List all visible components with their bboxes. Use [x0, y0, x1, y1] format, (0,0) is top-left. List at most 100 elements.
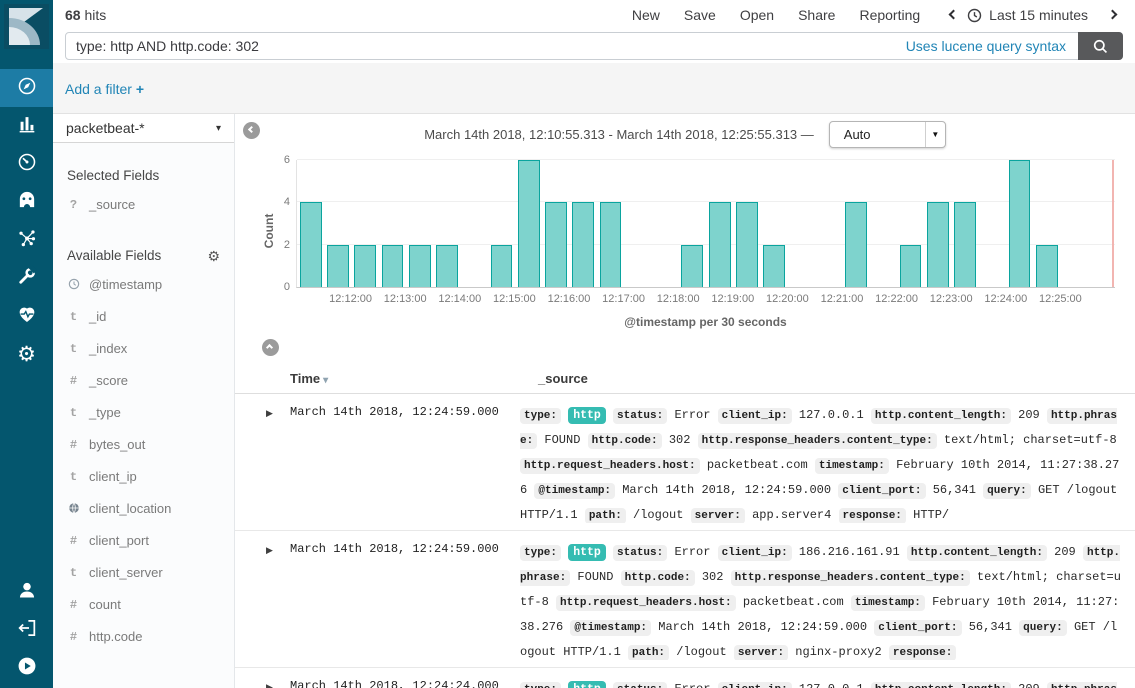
- y-tick-label: 4: [284, 196, 290, 208]
- kibana-logo-mark: [4, 4, 49, 49]
- field-item-_score[interactable]: #_score: [53, 364, 234, 396]
- field-item-count[interactable]: #count: [53, 588, 234, 620]
- source-field-key: client_ip:: [718, 408, 792, 424]
- histogram-bar[interactable]: [845, 202, 867, 287]
- field-item-_source[interactable]: ?_source: [53, 188, 234, 220]
- field-name: client_ip: [89, 469, 137, 484]
- field-item-client_server[interactable]: tclient_server: [53, 556, 234, 588]
- table-row: ▶March 14th 2018, 12:24:59.000type: http…: [235, 531, 1135, 668]
- histogram-bar[interactable]: [382, 245, 404, 287]
- histogram-bar[interactable]: [600, 202, 622, 287]
- play-circle-icon: [16, 655, 38, 682]
- string-field-icon: t: [67, 342, 80, 356]
- source-field-key: type:: [520, 408, 561, 424]
- time-back-button[interactable]: [946, 8, 960, 22]
- interval-select[interactable]: Auto ▼: [829, 121, 946, 148]
- now-time-marker: [1112, 160, 1114, 287]
- histogram-bar[interactable]: [518, 160, 540, 287]
- x-axis-ticks: 12:12:0012:13:0012:14:0012:15:0012:16:00…: [296, 292, 1115, 307]
- field-item-_index[interactable]: t_index: [53, 332, 234, 364]
- expand-row-caret[interactable]: ▶: [235, 403, 290, 530]
- expand-row-caret[interactable]: ▶: [235, 677, 290, 688]
- field-item-client_port[interactable]: #client_port: [53, 524, 234, 556]
- histogram-bar[interactable]: [709, 202, 731, 287]
- histogram-bar[interactable]: [545, 202, 567, 287]
- lucene-syntax-link[interactable]: Uses lucene query syntax: [906, 38, 1066, 54]
- search-input[interactable]: [66, 38, 906, 54]
- nav-logout[interactable]: [0, 611, 53, 649]
- source-field-key: status:: [613, 408, 667, 424]
- histogram-bar[interactable]: [436, 245, 458, 287]
- histogram-bar[interactable]: [681, 245, 703, 287]
- histogram-bar[interactable]: [1009, 160, 1031, 287]
- x-tick-label: 12:18:00: [657, 293, 700, 305]
- histogram-bar[interactable]: [409, 245, 431, 287]
- source-field-key: http.response_headers.content_type:: [698, 433, 937, 449]
- histogram-bar[interactable]: [491, 245, 513, 287]
- date-field-icon: [67, 278, 80, 292]
- time-column-header[interactable]: Time▾: [290, 371, 520, 386]
- histogram-bar[interactable]: [572, 202, 594, 287]
- index-pattern-selector[interactable]: packetbeat-* ▾: [53, 114, 234, 143]
- field-item-client_ip[interactable]: t client_ip: [53, 460, 234, 492]
- source-field-value: text/html; charset=utf-8: [944, 433, 1117, 447]
- open-button[interactable]: Open: [740, 7, 774, 23]
- field-settings-gear-icon[interactable]: ⚙: [207, 249, 220, 263]
- nav-visualize[interactable]: [0, 107, 53, 145]
- nav-dashboard[interactable]: [0, 145, 53, 183]
- number-field-icon: #: [67, 438, 80, 452]
- histogram-bar[interactable]: [327, 245, 349, 287]
- histogram-bar[interactable]: [736, 202, 758, 287]
- y-tick-label: 6: [284, 154, 290, 166]
- bar-chart-icon: [16, 113, 38, 140]
- field-item-@timestamp[interactable]: @timestamp: [53, 268, 234, 300]
- field-item-bytes_out[interactable]: # bytes_out: [53, 428, 234, 460]
- histogram-bar[interactable]: [300, 202, 322, 287]
- available-fields-list: @timestampt_idt_index#_scoret_type # bytes…: [53, 268, 234, 652]
- source-field-key: path:: [628, 645, 669, 660]
- nav-monitoring[interactable]: [0, 297, 53, 335]
- source-field-value: FOUND: [577, 570, 613, 584]
- field-item-http.code[interactable]: #http.code: [53, 620, 234, 652]
- add-filter-button[interactable]: Add a filter +: [65, 81, 144, 97]
- nav-graph[interactable]: [0, 221, 53, 259]
- field-item-_type[interactable]: t_type: [53, 396, 234, 428]
- collapse-sidebar-button[interactable]: [243, 122, 260, 139]
- kibana-logo[interactable]: [0, 0, 53, 53]
- nav-discover[interactable]: [0, 69, 53, 107]
- share-button[interactable]: Share: [798, 7, 835, 23]
- histogram-bar[interactable]: [1036, 245, 1058, 287]
- source-field-key: @timestamp:: [570, 620, 651, 636]
- string-field-icon: t: [67, 470, 80, 484]
- time-picker-button[interactable]: Last 15 minutes: [989, 7, 1088, 23]
- histogram-bar[interactable]: [900, 245, 922, 287]
- expand-row-caret[interactable]: ▶: [235, 540, 290, 667]
- field-item-client_location[interactable]: client_location: [53, 492, 234, 524]
- string-field-icon: t: [67, 310, 80, 324]
- collapse-chart-button[interactable]: [262, 339, 279, 356]
- search-button[interactable]: [1078, 32, 1123, 60]
- histogram-bar[interactable]: [763, 245, 785, 287]
- nav-management[interactable]: ⚙: [0, 335, 53, 373]
- new-button[interactable]: New: [632, 7, 660, 23]
- field-item-_id[interactable]: t_id: [53, 300, 234, 332]
- histogram-bar[interactable]: [954, 202, 976, 287]
- x-tick-label: 12:15:00: [493, 293, 536, 305]
- time-forward-button[interactable]: [1107, 8, 1121, 22]
- nav-user-account[interactable]: [0, 573, 53, 611]
- highlighted-value: http: [568, 681, 606, 688]
- source-field-key: path:: [585, 508, 626, 523]
- reporting-button[interactable]: Reporting: [859, 7, 920, 23]
- field-name: bytes_out: [89, 437, 145, 452]
- nav-timelion[interactable]: [0, 183, 53, 221]
- nav-collapse[interactable]: [0, 649, 53, 687]
- x-tick-label: 12:25:00: [1039, 293, 1082, 305]
- save-button[interactable]: Save: [684, 7, 716, 23]
- graph-network-icon: [16, 227, 38, 254]
- x-tick-label: 12:23:00: [930, 293, 973, 305]
- nav-dev-tools[interactable]: [0, 259, 53, 297]
- histogram-bar[interactable]: [354, 245, 376, 287]
- histogram-bar[interactable]: [927, 202, 949, 287]
- source-field-key: timestamp:: [815, 458, 889, 474]
- wrench-icon: [16, 265, 38, 292]
